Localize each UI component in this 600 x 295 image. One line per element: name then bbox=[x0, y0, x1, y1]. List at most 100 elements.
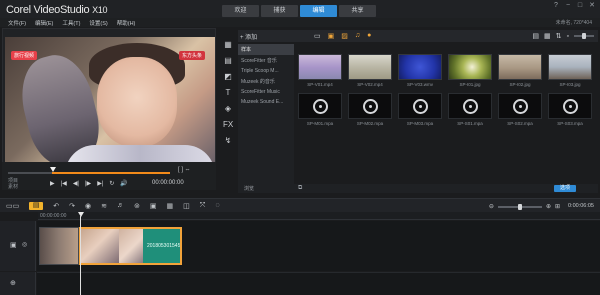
record-icon[interactable]: ◉ bbox=[85, 202, 91, 210]
library-item[interactable]: SP-I01.jpg bbox=[448, 54, 497, 93]
web-icon[interactable]: ● bbox=[367, 32, 371, 40]
timecode-display[interactable]: 00:00:00:00 bbox=[152, 180, 184, 186]
menu-tools[interactable]: 工具(T) bbox=[62, 19, 80, 27]
fit-timeline-icon[interactable]: ⊞ bbox=[555, 203, 560, 210]
audio-filter-icon[interactable]: ♫ bbox=[355, 32, 360, 40]
maximize-icon[interactable]: □ bbox=[576, 2, 584, 10]
browse-button[interactable]: 浏览 bbox=[244, 185, 254, 192]
audio-file-thumbnail[interactable] bbox=[498, 93, 542, 119]
photo-filter-icon[interactable]: ▨ bbox=[341, 32, 348, 40]
folder-item[interactable]: ScoreFitter Music bbox=[238, 87, 294, 97]
timeline-clip[interactable] bbox=[39, 227, 79, 265]
audio-file-thumbnail[interactable] bbox=[548, 93, 592, 119]
redo-icon[interactable]: ↷ bbox=[69, 202, 75, 210]
media-thumbnail[interactable] bbox=[548, 54, 592, 80]
library-item[interactable]: SP-V01.mp4 bbox=[298, 54, 347, 93]
library-item[interactable]: SP-I03.jpg bbox=[548, 54, 597, 93]
path-icon[interactable]: ↯ bbox=[223, 136, 233, 146]
smart-package-icon[interactable]: ⤧ bbox=[200, 202, 206, 210]
motion-tracking-icon[interactable]: ⊚ bbox=[134, 202, 140, 210]
zoom-in-timeline-icon[interactable]: ⊕ bbox=[546, 203, 551, 210]
multi-camera-icon[interactable]: ▦ bbox=[166, 202, 173, 210]
transition-icon[interactable]: ◩ bbox=[223, 72, 233, 82]
home-button[interactable]: |◀ bbox=[61, 180, 67, 187]
video-filter-icon[interactable]: ▣ bbox=[328, 32, 335, 40]
playhead-handle[interactable] bbox=[78, 212, 84, 217]
sort-icon[interactable]: ⇅ bbox=[556, 32, 562, 40]
library-item[interactable]: SP-V02.mp4 bbox=[348, 54, 397, 93]
subtitle-editor-icon[interactable]: ▣ bbox=[150, 202, 157, 210]
track-visibility-icon[interactable]: ◎ bbox=[22, 241, 27, 248]
timeline-zoom-slider[interactable] bbox=[497, 203, 542, 210]
overlay-track[interactable] bbox=[37, 272, 600, 295]
media-thumbnail[interactable] bbox=[348, 54, 392, 80]
title-icon[interactable]: T bbox=[223, 88, 233, 98]
prev-frame-button[interactable]: ◀| bbox=[73, 180, 79, 187]
library-item[interactable]: SP-S02.mpa bbox=[498, 93, 547, 132]
library-item[interactable]: SP-V03.wmv bbox=[398, 54, 447, 93]
undo-icon[interactable]: ↶ bbox=[53, 202, 59, 210]
play-button[interactable]: ▶ bbox=[50, 180, 55, 187]
overlay-track-icon[interactable]: ⊕ bbox=[10, 279, 16, 287]
folder-icon[interactable]: ▭ bbox=[314, 32, 321, 40]
audio-file-thumbnail[interactable] bbox=[348, 93, 392, 119]
video-track[interactable]: 20180530154507 bbox=[37, 221, 600, 271]
video-track-icon[interactable]: ▣ bbox=[10, 241, 17, 249]
thumbnail-size-slider[interactable] bbox=[574, 33, 594, 39]
cursor-icon[interactable]: ◌ bbox=[215, 202, 219, 210]
zoom-out-icon[interactable]: ▫ bbox=[567, 33, 569, 40]
volume-button[interactable]: 🔊 bbox=[120, 180, 127, 187]
scrubber-bar[interactable] bbox=[8, 172, 170, 174]
timeline-ruler[interactable]: 00:00:00:00 bbox=[38, 212, 600, 220]
add-folder-button[interactable]: + 添加 bbox=[240, 32, 257, 41]
split-screen-icon[interactable]: ◫ bbox=[183, 202, 190, 210]
menu-file[interactable]: 文件(F) bbox=[8, 19, 26, 27]
filter-icon[interactable]: FX bbox=[223, 120, 233, 130]
tab-capture[interactable]: 捕获 bbox=[261, 5, 298, 17]
timeline-view-icon[interactable]: ▤ bbox=[29, 202, 44, 210]
folder-item[interactable]: Triple Scoop M... bbox=[238, 66, 294, 76]
clip-mode-label[interactable]: 素材 bbox=[8, 184, 18, 190]
folder-item[interactable]: 样本 bbox=[238, 44, 294, 55]
audio-file-thumbnail[interactable] bbox=[398, 93, 442, 119]
next-frame-button[interactable]: |▶ bbox=[85, 180, 91, 187]
list-view-icon[interactable]: ▤ bbox=[532, 32, 539, 40]
library-item[interactable]: SP-M03.mpa bbox=[398, 93, 447, 132]
instant-project-icon[interactable]: ▤ bbox=[223, 56, 233, 66]
folder-item[interactable]: Muzeek Sound E... bbox=[238, 97, 294, 107]
sound-mixer-icon[interactable]: ≋ bbox=[101, 202, 107, 210]
audio-file-thumbnail[interactable] bbox=[448, 93, 492, 119]
media-thumbnail[interactable] bbox=[398, 54, 442, 80]
library-item[interactable]: SP-S03.mpa bbox=[548, 93, 597, 132]
options-button[interactable]: 选项 bbox=[554, 185, 576, 192]
import-icon[interactable]: ⧉ bbox=[298, 185, 302, 192]
storyboard-view-icon[interactable]: ▭▭ bbox=[6, 202, 19, 210]
library-item[interactable]: SP-S01.mpa bbox=[448, 93, 497, 132]
graphic-icon[interactable]: ◈ bbox=[223, 104, 233, 114]
zoom-out-timeline-icon[interactable]: ⊖ bbox=[489, 203, 494, 210]
end-button[interactable]: ▶| bbox=[97, 180, 103, 187]
media-thumbnail[interactable] bbox=[448, 54, 492, 80]
audio-file-thumbnail[interactable] bbox=[298, 93, 342, 119]
menu-settings[interactable]: 设置(S) bbox=[89, 19, 107, 27]
grid-view-icon[interactable]: ▦ bbox=[544, 32, 551, 40]
menu-edit[interactable]: 编辑(E) bbox=[35, 19, 53, 27]
mark-in-out-buttons[interactable]: [ ] ⇔ bbox=[178, 167, 191, 173]
library-item[interactable]: SP-M01.mpa bbox=[298, 93, 347, 132]
media-thumbnail[interactable] bbox=[298, 54, 342, 80]
library-item[interactable]: SP-I02.jpg bbox=[498, 54, 547, 93]
tab-edit[interactable]: 编辑 bbox=[300, 5, 337, 17]
close-icon[interactable]: ✕ bbox=[588, 2, 596, 10]
media-icon[interactable]: ▦ bbox=[223, 40, 233, 50]
folder-item[interactable]: Muzeek 的音乐 bbox=[238, 76, 294, 87]
minimize-icon[interactable]: − bbox=[564, 2, 572, 10]
menu-help[interactable]: 帮助(H) bbox=[117, 19, 136, 27]
auto-music-icon[interactable]: ♬ bbox=[117, 202, 124, 210]
tab-welcome[interactable]: 欢迎 bbox=[222, 5, 259, 17]
tab-share[interactable]: 共享 bbox=[339, 5, 376, 17]
media-thumbnail[interactable] bbox=[498, 54, 542, 80]
folder-item[interactable]: ScoreFitter 音乐 bbox=[238, 55, 294, 66]
help-icon[interactable]: ? bbox=[552, 2, 560, 10]
timeline-clip-selected[interactable]: 20180530154507 bbox=[79, 227, 182, 265]
repeat-button[interactable]: ↻ bbox=[109, 180, 114, 187]
